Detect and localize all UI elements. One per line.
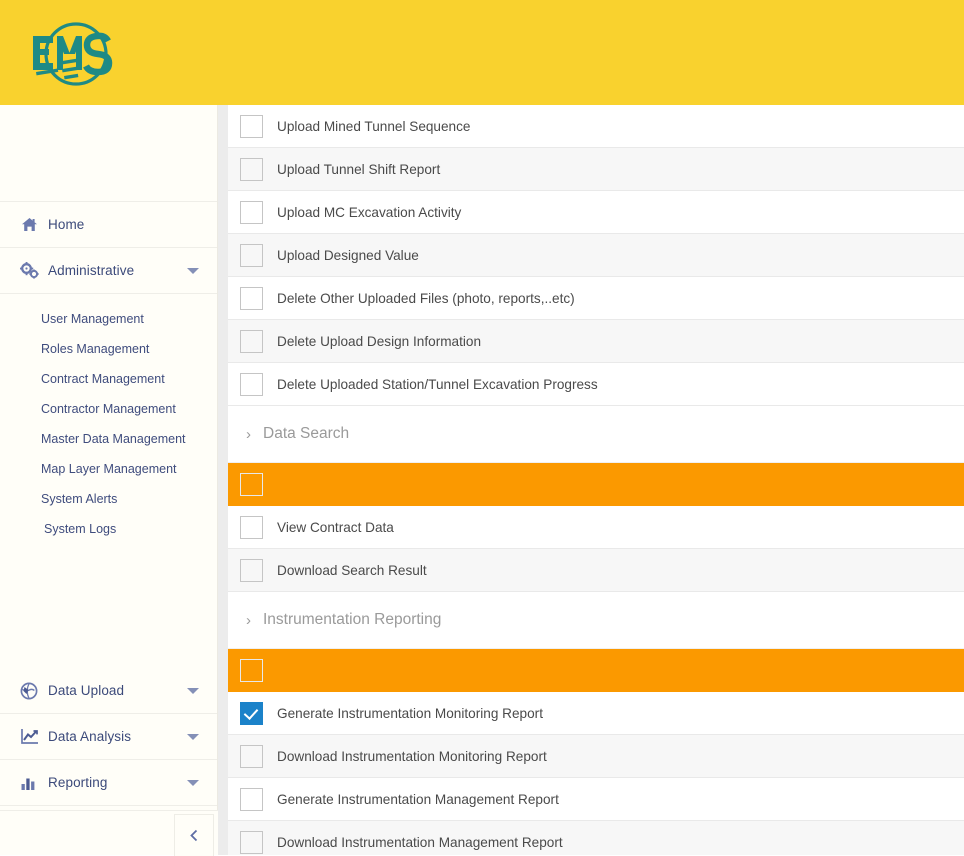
permission-row[interactable]: Delete Uploaded Station/Tunnel Excavatio… [228,363,964,406]
checkbox-unchecked[interactable] [240,372,263,396]
sidebar-middle-spacer [0,550,217,668]
checkbox-unchecked[interactable] [240,200,263,224]
permission-row[interactable]: Upload Mined Tunnel Sequence [228,105,964,148]
permission-row-label: Generate Instrumentation Monitoring Repo… [277,705,543,721]
sidebar-top-spacer [0,105,217,202]
sidebar: Home Administrative User Management Role… [0,105,218,856]
checkbox-unchecked[interactable] [240,286,263,310]
checkbox-unchecked[interactable] [240,114,263,138]
permission-row[interactable]: Generate Instrumentation Monitoring Repo… [228,692,964,735]
section-header-label: Data Search [263,425,350,442]
permission-row-label: Delete Upload Design Information [277,333,482,349]
sidebar-item-data-analysis-label: Data Analysis [48,729,132,744]
sidebar-item-system-alerts[interactable]: System Alerts [0,484,217,514]
sidebar-item-reporting-label: Reporting [48,775,108,790]
checkbox-checked[interactable] [240,701,263,725]
permission-row[interactable]: Upload MC Excavation Activity [228,191,964,234]
permission-row-label: Download Instrumentation Management Repo… [277,834,563,850]
sidebar-submenu-administrative: User Management Roles Management Contrac… [0,294,217,550]
sidebar-item-reporting[interactable]: Reporting [0,760,217,806]
permission-row-label: View Contract Data [277,519,394,535]
home-icon [10,217,48,232]
permission-row-label: Upload MC Excavation Activity [277,204,462,220]
chevron-left-icon [189,829,197,842]
permission-row-highlighted[interactable] [228,649,964,692]
chevron-right-icon: › [246,611,251,629]
permission-row[interactable]: View Contract Data [228,506,964,549]
permission-row-label: Upload Tunnel Shift Report [277,161,441,177]
permission-row[interactable]: Download Instrumentation Monitoring Repo… [228,735,964,778]
upload-globe-icon [10,682,48,700]
checkbox-unchecked[interactable] [240,658,263,682]
permission-row-label: Upload Mined Tunnel Sequence [277,118,471,134]
sidebar-content-gap [218,105,228,855]
permission-row-label: Generate Instrumentation Management Repo… [277,791,559,807]
permissions-list: Upload Mined Tunnel Sequence Upload Tunne… [228,105,964,855]
sidebar-item-home[interactable]: Home [0,202,217,248]
permission-row[interactable]: Upload Designed Value [228,234,964,277]
checkbox-unchecked[interactable] [240,558,263,582]
checkbox-unchecked[interactable] [240,830,263,854]
sidebar-item-administrative-label: Administrative [48,263,135,278]
checkbox-unchecked[interactable] [240,787,263,811]
checkbox-unchecked[interactable] [240,157,263,181]
chevron-down-icon[interactable] [187,267,199,274]
permission-row[interactable]: Download Instrumentation Management Repo… [228,821,964,855]
sidebar-collapse-button[interactable] [174,814,214,856]
permission-row[interactable]: Download Search Result [228,549,964,592]
cogs-icon [10,262,48,279]
sidebar-item-administrative[interactable]: Administrative [0,248,217,294]
permission-row-label: Delete Other Uploaded Files (photo, repo… [277,290,575,306]
checkbox-unchecked[interactable] [240,329,263,353]
permission-row-label: Download Instrumentation Monitoring Repo… [277,748,547,764]
permission-row[interactable]: Upload Tunnel Shift Report [228,148,964,191]
section-header[interactable]: › Instrumentation Reporting [228,592,964,649]
sidebar-item-roles-management[interactable]: Roles Management [0,334,217,364]
sidebar-item-map-layer-management[interactable]: Map Layer Management [0,454,217,484]
permission-row[interactable]: Generate Instrumentation Management Repo… [228,778,964,821]
sidebar-footer [0,810,218,856]
checkbox-unchecked[interactable] [240,744,263,768]
sidebar-item-contractor-management[interactable]: Contractor Management [0,394,217,424]
chevron-down-icon[interactable] [187,733,199,740]
chevron-down-icon[interactable] [187,687,199,694]
ems-logo [24,14,120,94]
chevron-right-icon: › [246,425,251,443]
permission-row[interactable]: Delete Other Uploaded Files (photo, repo… [228,277,964,320]
checkbox-unchecked[interactable] [240,243,263,267]
app-header [0,0,964,105]
sidebar-item-master-data-management[interactable]: Master Data Management [0,424,217,454]
sidebar-item-contract-management[interactable]: Contract Management [0,364,217,394]
checkbox-unchecked[interactable] [240,515,263,539]
permission-row-label: Download Search Result [277,562,427,578]
bar-chart-icon [10,775,48,791]
sidebar-item-data-upload[interactable]: Data Upload [0,668,217,714]
sidebar-item-home-label: Home [48,217,85,232]
sidebar-item-user-management[interactable]: User Management [0,304,217,334]
permission-row[interactable]: Delete Upload Design Information [228,320,964,363]
section-header-label: Instrumentation Reporting [263,611,442,628]
section-header[interactable]: › Data Search [228,406,964,463]
checkbox-unchecked[interactable] [240,472,263,496]
line-chart-icon [10,728,48,745]
permission-row-label: Upload Designed Value [277,247,419,263]
permission-row-label: Delete Uploaded Station/Tunnel Excavatio… [277,376,598,392]
sidebar-item-data-upload-label: Data Upload [48,683,125,698]
sidebar-item-system-logs[interactable]: System Logs [0,514,217,544]
sidebar-item-data-analysis[interactable]: Data Analysis [0,714,217,760]
chevron-down-icon[interactable] [187,779,199,786]
permission-row-highlighted[interactable] [228,463,964,506]
